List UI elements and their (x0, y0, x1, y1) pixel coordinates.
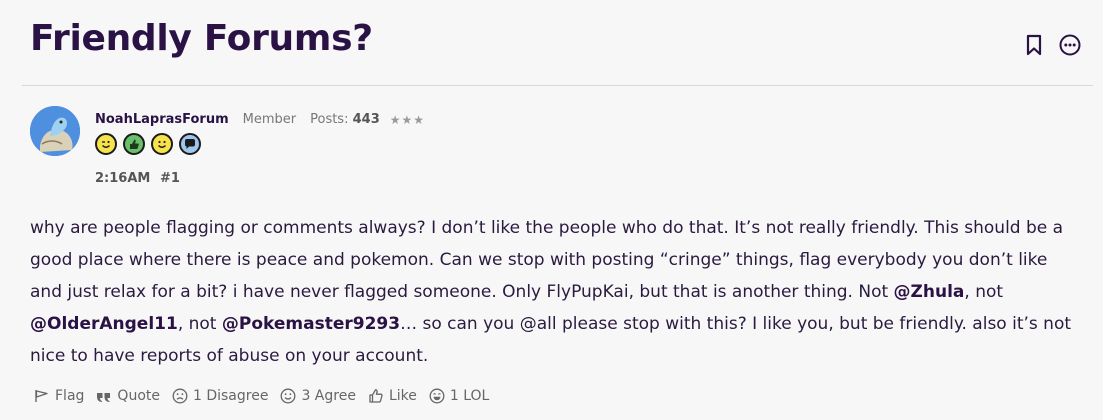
flag-button[interactable]: Flag (34, 388, 84, 404)
smile-icon (280, 388, 296, 404)
rank-stars: ★★★ (389, 112, 426, 127)
topic-title: Friendly Forums? (30, 18, 373, 59)
mention-link[interactable]: @Zhula (894, 282, 965, 302)
flag-label: Flag (55, 388, 85, 404)
like-label: Like (388, 388, 417, 404)
thumbs-up-badge[interactable] (123, 133, 145, 155)
mention-link[interactable]: @Pokemaster9293 (222, 314, 400, 334)
lol-button[interactable]: 1 LOL (429, 388, 489, 404)
username[interactable]: NoahLaprasForum (95, 112, 229, 127)
header-divider (22, 85, 1093, 86)
flag-icon (34, 389, 50, 403)
post-actions: Flag Quote 1 Disagree 3 Agree Like 1 LOL (34, 388, 489, 404)
user-role: Member (242, 112, 297, 127)
post-body: why are people flagging or comments alwa… (30, 212, 1080, 372)
disagree-label: 1 Disagree (192, 388, 269, 404)
quote-button[interactable]: Quote (96, 388, 160, 404)
quote-icon (96, 389, 112, 403)
thumbs-up-icon (368, 388, 384, 404)
post-timestamp[interactable]: 2:16AM (95, 171, 150, 186)
posts-count-value: 443 (352, 112, 380, 127)
bookmark-icon[interactable] (1023, 34, 1045, 56)
post-body-text: , not (964, 282, 1004, 302)
like-button[interactable]: Like (368, 388, 417, 404)
disagree-button[interactable]: 1 Disagree (172, 388, 268, 404)
post-number[interactable]: #1 (160, 171, 180, 186)
more-options-icon[interactable] (1059, 34, 1081, 56)
mention-link[interactable]: @OlderAngel11 (30, 314, 178, 334)
smile-badge[interactable] (151, 133, 173, 155)
post-count: Posts: 443 (310, 112, 380, 127)
speech-badge[interactable] (179, 133, 201, 155)
agree-button[interactable]: 3 Agree (280, 388, 356, 404)
topic-header-actions (1023, 34, 1081, 56)
laugh-icon (429, 388, 445, 404)
avatar[interactable] (30, 106, 80, 156)
post-author-meta: NoahLaprasForum Member Posts: 443 ★★★ (95, 112, 425, 127)
lol-label: 1 LOL (449, 388, 490, 404)
user-badges (95, 133, 201, 155)
wink-badge[interactable] (95, 133, 117, 155)
quote-label: Quote (117, 388, 160, 404)
frown-icon (172, 388, 188, 404)
agree-label: 3 Agree (301, 388, 356, 404)
post-body-text: , not (177, 314, 222, 334)
posts-label: Posts: (310, 112, 349, 127)
